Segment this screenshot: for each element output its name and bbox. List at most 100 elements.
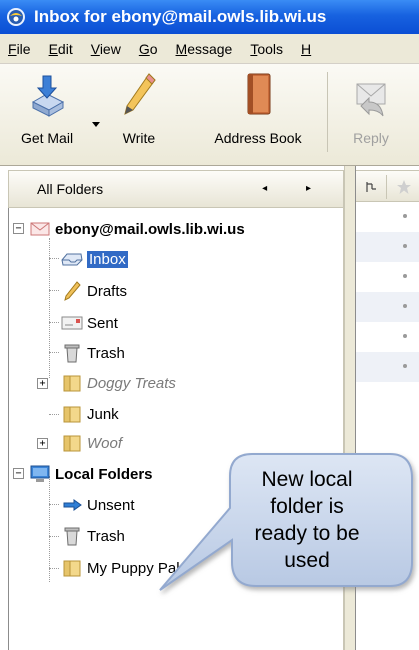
folder-label: My Puppy Pals bbox=[87, 559, 188, 577]
write-label: Write bbox=[122, 130, 156, 146]
thread-row[interactable] bbox=[356, 202, 419, 232]
star-column-icon[interactable] bbox=[396, 179, 412, 195]
read-status-icon[interactable] bbox=[403, 304, 407, 308]
address-book-button[interactable]: Address Book bbox=[196, 72, 320, 160]
folder-label: Drafts bbox=[87, 282, 128, 300]
subfolder-expander[interactable]: + bbox=[37, 378, 48, 389]
account-expander[interactable]: − bbox=[13, 223, 24, 234]
folder-inbox[interactable]: Inbox bbox=[61, 245, 128, 273]
folder-tree: − ebony@mail.owls.lib.wi.us Inbox Drafts… bbox=[8, 208, 344, 650]
trash-icon bbox=[61, 342, 83, 364]
tree-line bbox=[49, 414, 59, 415]
unsent-arrow-icon bbox=[61, 494, 83, 516]
reply-icon bbox=[356, 83, 386, 117]
menu-item-accesskey: E bbox=[48, 40, 58, 57]
pencil-icon bbox=[124, 73, 156, 115]
address-book-icon bbox=[247, 73, 271, 115]
menu-item[interactable]: H bbox=[293, 41, 321, 57]
menu-item-accesskey: G bbox=[138, 40, 150, 57]
folder-label: Trash bbox=[87, 527, 125, 545]
menu-item[interactable]: Message bbox=[168, 41, 243, 57]
thread-row[interactable] bbox=[356, 232, 419, 262]
account-name: Local Folders bbox=[55, 465, 153, 483]
reply-label: Reply bbox=[353, 130, 389, 146]
menu-bar: File Edit View Go Message Tools H bbox=[0, 34, 419, 64]
folder-pane-header[interactable]: All Folders ◂ ▸ bbox=[8, 170, 344, 208]
tree-line bbox=[49, 322, 59, 323]
title-bar: Inbox for ebony@mail.owls.lib.wi.us bbox=[0, 0, 419, 34]
menu-item[interactable]: Go bbox=[131, 41, 168, 57]
reply-button[interactable]: Reply bbox=[340, 72, 402, 160]
menu-item-text: essage bbox=[187, 40, 233, 57]
toolbar-separator bbox=[327, 72, 328, 152]
folder-icon bbox=[61, 557, 83, 579]
tree-line bbox=[49, 476, 50, 582]
local-folders-expander[interactable]: − bbox=[13, 468, 24, 479]
menu-item-accesskey: M bbox=[175, 40, 188, 57]
subfolder-expander[interactable]: + bbox=[37, 438, 48, 449]
get-mail-dropdown-icon[interactable] bbox=[92, 122, 100, 127]
folder-sent[interactable]: Sent bbox=[61, 309, 118, 337]
folder-unsent[interactable]: Unsent bbox=[61, 491, 135, 519]
menu-item[interactable]: View bbox=[83, 41, 131, 57]
folder-trash[interactable]: Trash bbox=[61, 339, 125, 367]
callout-line: ready to be bbox=[254, 522, 360, 545]
menu-item[interactable]: File bbox=[0, 41, 41, 57]
folder-label: Inbox bbox=[87, 250, 128, 268]
folder-junk[interactable]: Junk bbox=[61, 400, 119, 428]
get-mail-icon bbox=[31, 75, 65, 117]
get-mail-button[interactable]: Get Mail bbox=[4, 72, 90, 160]
account-local-folders[interactable]: Local Folders bbox=[29, 460, 153, 488]
folder-label: Woof bbox=[87, 434, 123, 452]
pane-splitter[interactable] bbox=[344, 166, 356, 650]
folder-view-arrows[interactable]: ◂ ▸ bbox=[262, 183, 329, 194]
window-title: Inbox for ebony@mail.owls.lib.wi.us bbox=[34, 7, 327, 26]
folder-icon bbox=[61, 372, 83, 394]
tree-line bbox=[49, 258, 59, 259]
read-status-icon[interactable] bbox=[403, 334, 407, 338]
sent-mail-icon bbox=[61, 312, 83, 334]
thread-column-icon[interactable] bbox=[364, 180, 378, 194]
menu-item-text: o bbox=[149, 40, 158, 57]
callout-line: New local bbox=[261, 468, 353, 491]
thread-row[interactable] bbox=[356, 262, 419, 292]
account-name: ebony@mail.owls.lib.wi.us bbox=[55, 220, 245, 238]
read-status-icon[interactable] bbox=[403, 214, 407, 218]
folder-label: Unsent bbox=[87, 496, 135, 514]
folder-my-puppy-pals[interactable]: My Puppy Pals bbox=[61, 554, 187, 582]
tree-line bbox=[49, 568, 59, 569]
read-status-icon[interactable] bbox=[403, 364, 407, 368]
column-divider bbox=[386, 175, 387, 199]
folder-local-trash[interactable]: Trash bbox=[61, 522, 125, 550]
computer-icon bbox=[29, 463, 51, 485]
read-status-icon[interactable] bbox=[403, 244, 407, 248]
write-button[interactable]: Write bbox=[104, 72, 174, 160]
menu-item-accesskey: H bbox=[301, 40, 312, 57]
folder-woof[interactable]: Woof bbox=[61, 429, 122, 457]
folder-view-title: All Folders bbox=[37, 181, 104, 197]
menu-item-accesskey: F bbox=[8, 40, 17, 57]
folder-drafts[interactable]: Drafts bbox=[61, 277, 127, 305]
tree-line bbox=[49, 352, 59, 353]
folder-label: Doggy Treats bbox=[87, 374, 176, 392]
menu-item-accesskey: V bbox=[90, 40, 100, 57]
folder-label: Sent bbox=[87, 314, 118, 332]
thread-row[interactable] bbox=[356, 352, 419, 382]
menu-item[interactable]: Tools bbox=[242, 41, 293, 57]
thunderbird-app-icon bbox=[7, 8, 25, 26]
address-book-label: Address Book bbox=[214, 130, 302, 146]
callout-line: folder is bbox=[270, 495, 344, 518]
thread-list[interactable] bbox=[356, 202, 419, 650]
folder-label: Junk bbox=[87, 405, 119, 423]
callout-text: New local folder is ready to be used bbox=[232, 466, 382, 576]
tree-line bbox=[49, 238, 50, 378]
read-status-icon[interactable] bbox=[403, 274, 407, 278]
tree-line bbox=[49, 504, 59, 505]
account-ebony[interactable]: ebony@mail.owls.lib.wi.us bbox=[29, 215, 245, 243]
menu-item-text: dit bbox=[57, 40, 73, 57]
thread-row[interactable] bbox=[356, 322, 419, 352]
thread-row[interactable] bbox=[356, 292, 419, 322]
menu-item[interactable]: Edit bbox=[41, 41, 83, 57]
folder-doggy-treats[interactable]: Doggy Treats bbox=[61, 369, 176, 397]
inbox-icon bbox=[61, 248, 83, 270]
